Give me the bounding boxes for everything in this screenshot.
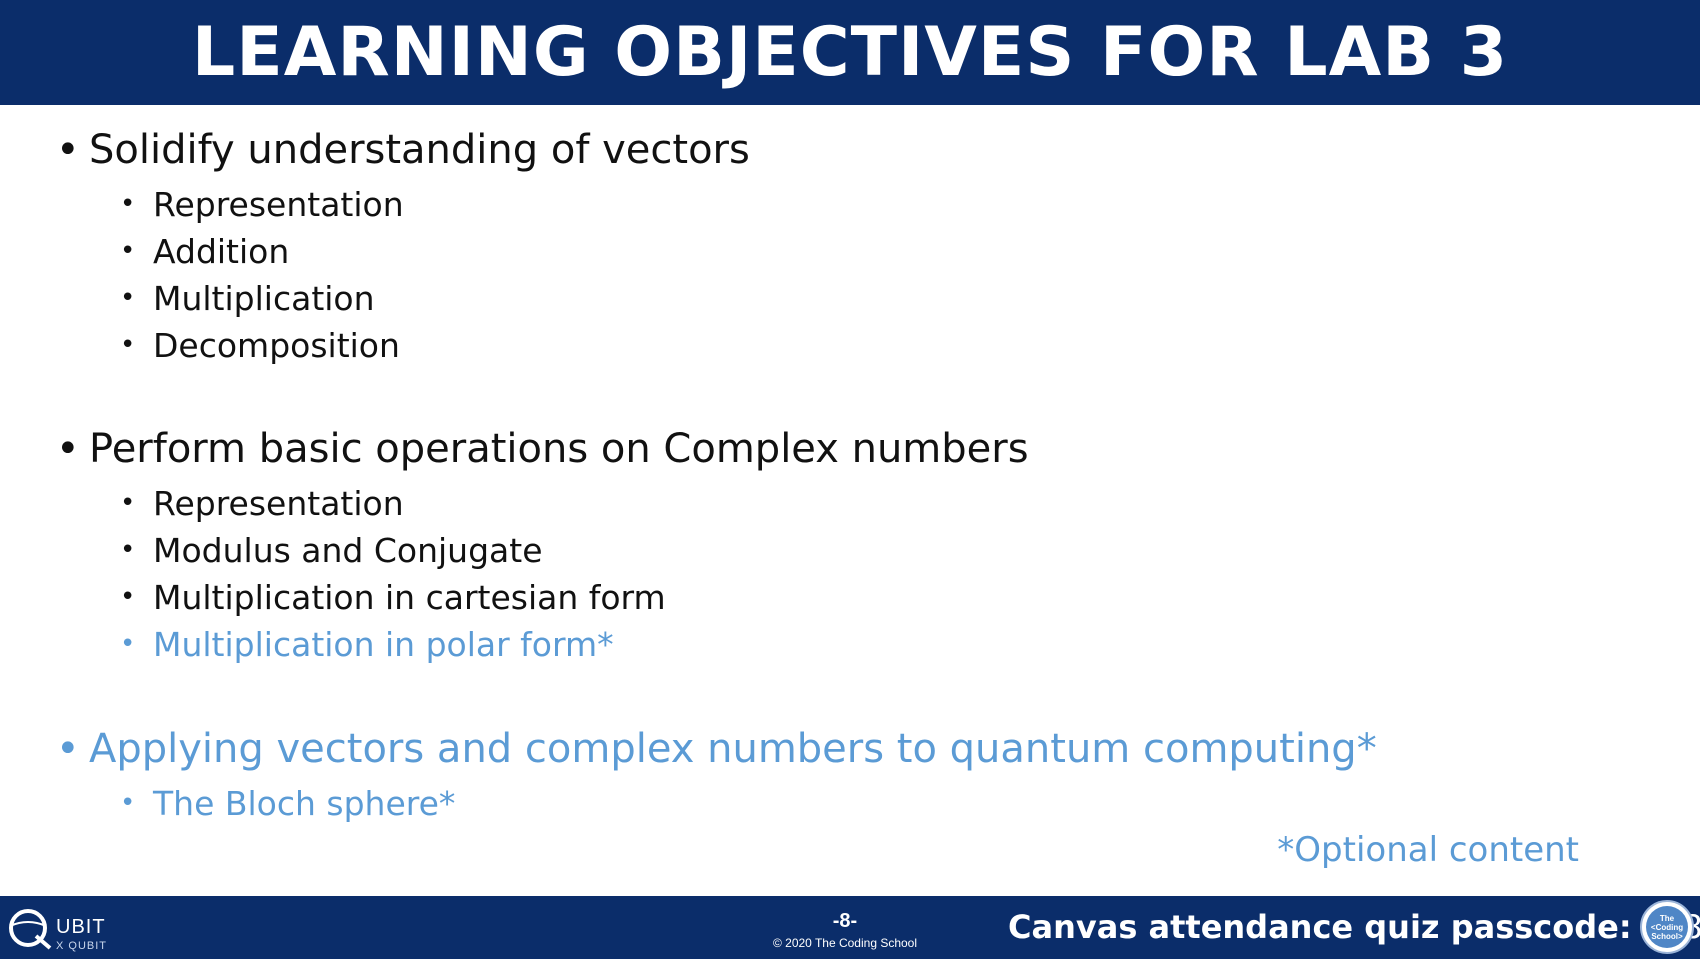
bullet-icon: • (56, 426, 80, 472)
attendance-passcode: Canvas attendance quiz passcode: 8682 (1008, 908, 1700, 946)
objective-subitem-text: Addition (153, 232, 290, 271)
objective-subitem: • Addition (0, 228, 1400, 275)
objective-subitem: • Representation (0, 181, 1400, 228)
objective-section-quantum: • Applying vectors and complex numbers t… (0, 718, 1400, 827)
optional-content-note: *Optional content (1277, 830, 1579, 870)
logo-sub-text: X QUBIT (56, 940, 108, 952)
bullet-icon: • (120, 488, 136, 518)
objective-heading-text: Solidify understanding of vectors (89, 127, 750, 173)
bullet-icon: • (120, 189, 136, 219)
bullet-icon: • (120, 788, 136, 818)
objective-subitem: • Modulus and Conjugate (0, 527, 1400, 574)
objective-subitem-text: Representation (153, 185, 404, 224)
objective-subitem: • Decomposition (0, 322, 1400, 369)
seal-inner: The <Coding School> (1646, 906, 1688, 948)
bullet-icon: • (56, 127, 80, 173)
objective-section-vectors: • Solidify understanding of vectors • Re… (0, 119, 1400, 369)
qubit-q-icon (9, 909, 52, 950)
objective-subitem-text: Representation (153, 484, 404, 523)
slide-title: LEARNING OBJECTIVES FOR LAB 3 (191, 13, 1509, 92)
qubit-logo: UBIT X QUBIT (6, 904, 116, 952)
slide-header: LEARNING OBJECTIVES FOR LAB 3 (0, 0, 1700, 105)
bullet-icon: • (56, 726, 80, 772)
logo-main-text: UBIT (56, 916, 106, 938)
objective-heading: • Perform basic operations on Complex nu… (0, 418, 1400, 480)
objective-subitem-text: Modulus and Conjugate (153, 531, 543, 570)
objective-heading-text: Perform basic operations on Complex numb… (89, 426, 1029, 472)
copyright-text: © 2020 The Coding School (772, 936, 918, 950)
objective-heading: • Solidify understanding of vectors (0, 119, 1400, 181)
bullet-icon: • (120, 629, 136, 659)
slide-footer: UBIT X QUBIT -8- © 2020 The Coding Schoo… (0, 896, 1700, 959)
bullet-icon: • (120, 330, 136, 360)
objective-subitem-optional: • Multiplication in polar form* (0, 621, 1400, 668)
bullet-icon: • (120, 283, 136, 313)
objective-subitem-text: Multiplication in polar form* (153, 625, 614, 664)
objective-heading-optional: • Applying vectors and complex numbers t… (0, 718, 1400, 780)
bullet-icon: • (120, 535, 136, 565)
objective-subitem: • Multiplication (0, 275, 1400, 322)
objective-subitem-text: Multiplication in cartesian form (153, 578, 666, 617)
objective-subitem: • Representation (0, 480, 1400, 527)
passcode-label: Canvas attendance quiz passcode: (1008, 908, 1632, 946)
objective-subitem-text: The Bloch sphere* (153, 784, 456, 823)
objective-subitem-text: Decomposition (153, 326, 400, 365)
objective-subitem-text: Multiplication (153, 279, 375, 318)
objective-section-complex: • Perform basic operations on Complex nu… (0, 418, 1400, 668)
bullet-icon: • (120, 236, 136, 266)
slide-content: • Solidify understanding of vectors • Re… (0, 105, 1700, 895)
objective-subitem: • Multiplication in cartesian form (0, 574, 1400, 621)
objective-heading-text: Applying vectors and complex numbers to … (89, 726, 1377, 772)
coding-school-seal-icon: The <Coding School> (1640, 900, 1694, 954)
bullet-icon: • (120, 582, 136, 612)
page-number: -8- (832, 910, 858, 932)
objective-subitem-optional: • The Bloch sphere* (0, 780, 1400, 827)
